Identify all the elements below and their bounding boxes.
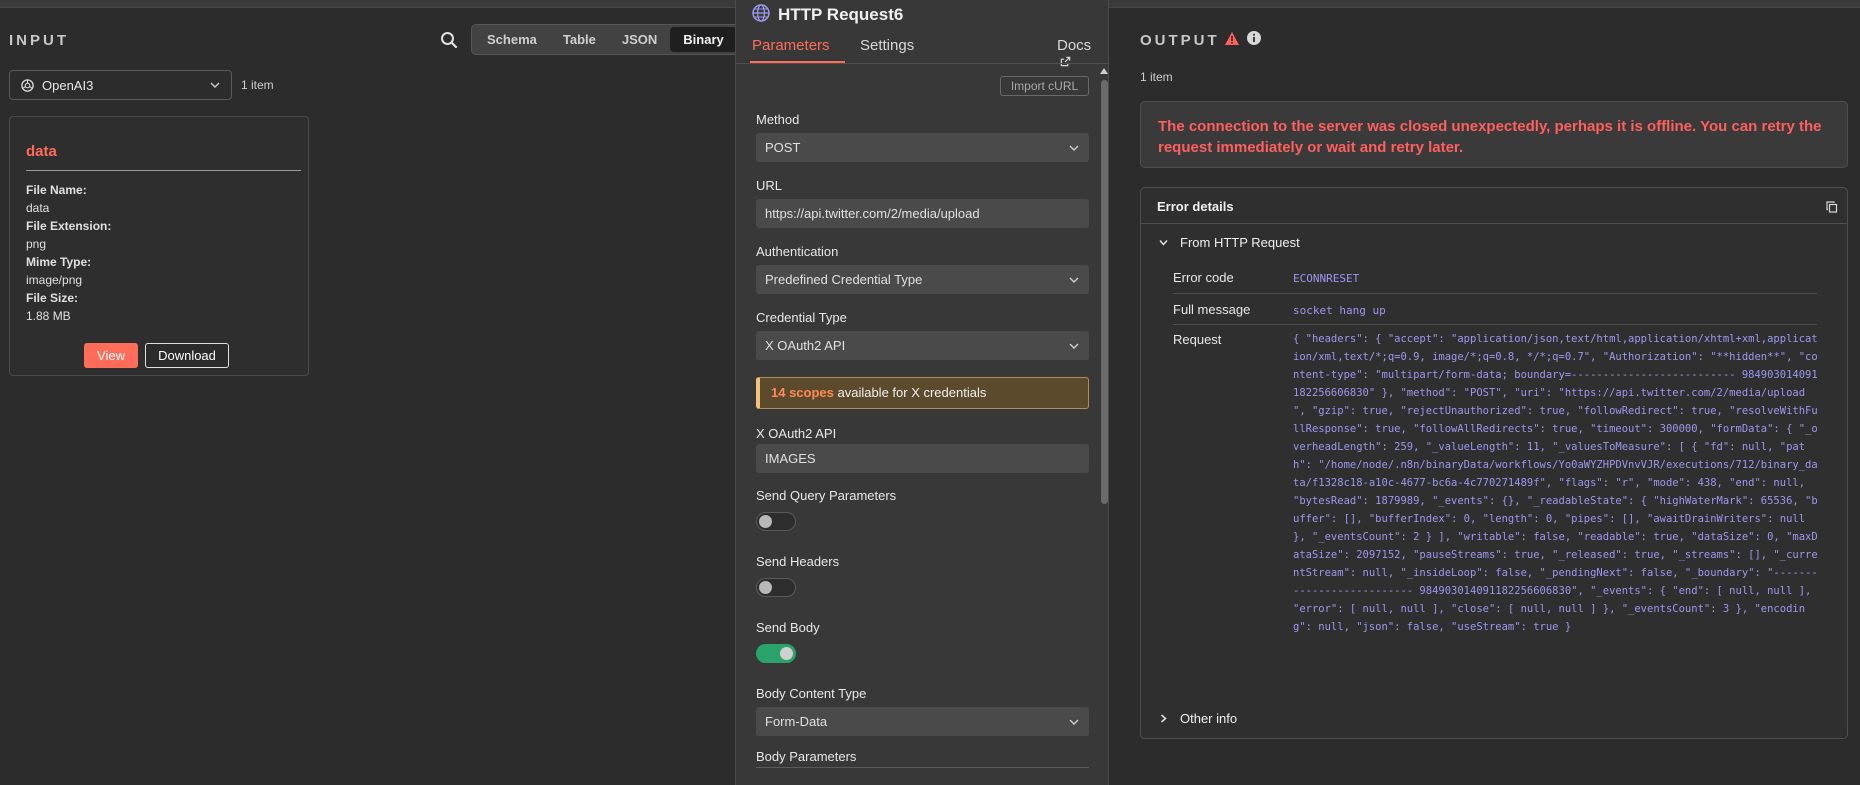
send-body-label: Send Body [756, 620, 820, 635]
external-link-icon [1060, 56, 1071, 67]
view-mode-tabs: Schema Table JSON Binary [471, 24, 740, 55]
other-info-label: Other info [1180, 711, 1238, 726]
view-button[interactable]: View [84, 343, 138, 368]
toggle-knob [759, 515, 772, 528]
binary-card-title: data [26, 143, 57, 160]
file-name-value: data [26, 201, 50, 215]
binary-data-card: data File Name: data File Extension: png… [9, 116, 309, 376]
row-divider [1173, 293, 1817, 294]
file-extension-value: png [26, 237, 47, 251]
authentication-value: Predefined Credential Type [765, 272, 923, 287]
output-item-count: 1 item [1140, 70, 1173, 84]
file-extension-label: File Extension: [26, 219, 112, 233]
method-select[interactable]: POST [756, 133, 1089, 162]
card-divider [26, 170, 301, 171]
input-node-label: OpenAI3 [42, 77, 94, 93]
error-code-value: ECONNRESET [1293, 272, 1360, 285]
error-code-label: Error code [1173, 270, 1234, 285]
send-query-label: Send Query Parameters [756, 488, 897, 503]
toggle-knob [759, 581, 772, 594]
method-label: Method [756, 112, 800, 127]
send-headers-toggle[interactable] [756, 578, 796, 597]
authentication-select[interactable]: Predefined Credential Type [756, 265, 1089, 294]
oauth-credential-select[interactable]: IMAGES [756, 444, 1089, 473]
toggle-knob [780, 647, 793, 660]
mime-type-label: Mime Type: [26, 255, 92, 269]
method-value: POST [765, 140, 801, 155]
input-item-count: 1 item [241, 78, 274, 92]
tab-json[interactable]: JSON [609, 27, 670, 52]
full-message-label: Full message [1173, 302, 1251, 317]
error-message-banner: The connection to the server was closed … [1140, 101, 1848, 168]
node-title[interactable]: HTTP Request6 [778, 5, 903, 25]
parameters-scrollbar[interactable] [1101, 80, 1108, 504]
node-parameters-panel: HTTP Request6 Parameters Settings Docs I… [735, 0, 1110, 785]
chevron-down-icon [1159, 240, 1168, 246]
authentication-label: Authentication [756, 244, 839, 259]
error-details-panel: Error details From HTTP Request Error co… [1140, 187, 1848, 739]
tab-schema[interactable]: Schema [474, 27, 550, 52]
scopes-notice-text: available for X credentials [833, 385, 987, 400]
oauth-credential-label: X OAuth2 API [756, 426, 837, 441]
other-info-toggle[interactable]: Other info [1158, 711, 1237, 726]
chevron-right-icon [1161, 714, 1167, 723]
body-parameters-label: Body Parameters [756, 749, 857, 764]
url-label: URL [756, 178, 783, 193]
globe-icon [752, 4, 770, 22]
request-label: Request [1173, 332, 1222, 347]
body-content-type-value: Form-Data [765, 714, 828, 729]
output-title: OUTPUT [1140, 32, 1220, 49]
tab-parameters[interactable]: Parameters [752, 37, 830, 54]
error-details-title: Error details [1157, 199, 1234, 214]
tab-settings[interactable]: Settings [860, 37, 914, 54]
file-size-value: 1.88 MB [26, 309, 71, 323]
credential-type-label: Credential Type [756, 310, 847, 325]
input-node-select[interactable]: OpenAI3 [9, 70, 232, 100]
mime-type-value: image/png [26, 273, 83, 287]
send-headers-label: Send Headers [756, 554, 840, 569]
chevron-down-icon [1069, 145, 1079, 151]
send-body-toggle[interactable] [756, 644, 796, 663]
body-content-type-select[interactable]: Form-Data [756, 707, 1089, 736]
credential-type-select[interactable]: X OAuth2 API [756, 331, 1089, 360]
search-icon[interactable] [439, 30, 459, 50]
request-value: { "headers": { "accept": "application/js… [1293, 333, 1818, 633]
tab-table[interactable]: Table [550, 27, 609, 52]
file-name-label: File Name: [26, 183, 87, 197]
scopes-notice: 14 scopes available for X credentials [756, 377, 1089, 409]
oauth-credential-value: IMAGES [765, 451, 816, 466]
import-curl-button[interactable]: Import cURL [1000, 76, 1089, 96]
copy-icon[interactable] [1826, 201, 1838, 213]
url-value: https://api.twitter.com/2/media/upload [765, 206, 980, 221]
url-input[interactable]: https://api.twitter.com/2/media/upload [756, 199, 1089, 228]
from-http-request-label: From HTTP Request [1180, 235, 1300, 250]
download-button[interactable]: Download [145, 343, 229, 368]
file-size-label: File Size: [26, 291, 79, 305]
input-title: INPUT [9, 32, 69, 49]
send-query-toggle[interactable] [756, 512, 796, 531]
input-panel: INPUT Schema Table JSON Binary OpenAI3 1… [0, 8, 740, 785]
warning-icon [1225, 32, 1239, 45]
scopes-link[interactable]: 14 scopes [771, 385, 834, 400]
body-content-type-label: Body Content Type [756, 686, 867, 701]
tab-binary[interactable]: Binary [670, 27, 737, 52]
row-divider [1173, 324, 1817, 325]
credential-type-value: X OAuth2 API [765, 338, 846, 353]
from-http-request-toggle[interactable]: From HTTP Request [1158, 235, 1300, 250]
tabs-divider [736, 63, 1110, 64]
openai-icon [21, 78, 34, 92]
full-message-value: socket hang up [1293, 304, 1386, 317]
docs-link-label: Docs [1057, 37, 1092, 54]
error-details-header: Error details [1141, 188, 1847, 224]
chevron-down-icon [1069, 343, 1079, 349]
chevron-down-icon [1069, 719, 1079, 725]
body-parameters-divider [756, 767, 1089, 768]
chevron-down-icon [1069, 277, 1079, 283]
info-icon[interactable] [1246, 30, 1262, 46]
chevron-down-icon [210, 82, 220, 88]
